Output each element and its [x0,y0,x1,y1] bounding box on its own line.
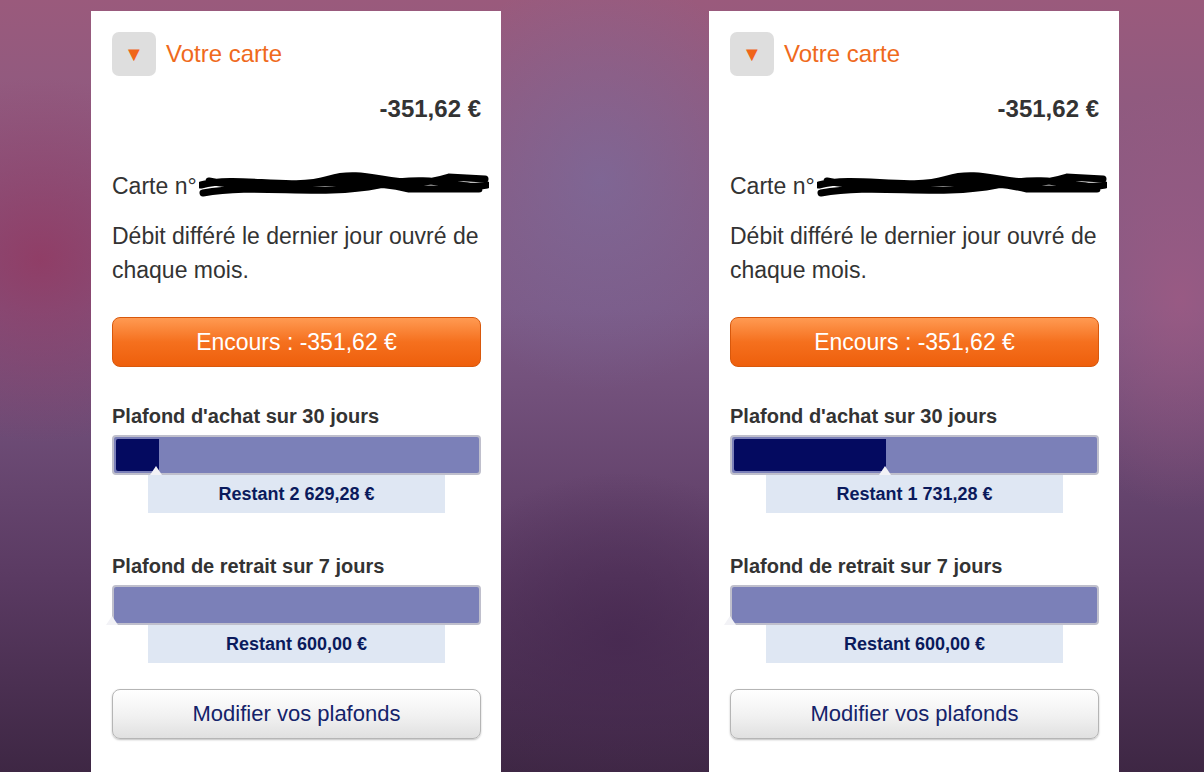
card-balance: -351,62 € [112,94,481,124]
limit-tooltip-wrap: Restant 2 629,28 € [112,475,481,513]
toggle-button[interactable]: ▼ [730,32,774,76]
limit-remaining: Restant 2 629,28 € [148,475,445,513]
card-number-row: Carte n° [730,169,1099,203]
pointer-icon [879,466,891,475]
limit-bar [730,585,1099,625]
toggle-button[interactable]: ▼ [112,32,156,76]
pointer-icon [106,616,118,625]
limit-remaining: Restant 1 731,28 € [766,475,1063,513]
limit-tooltip-wrap: Restant 600,00 € [112,625,481,663]
encours-button[interactable]: Encours : -351,62 € [730,317,1099,367]
card-number-label: Carte n° [112,169,197,203]
limit-tooltip-wrap: Restant 1 731,28 € [730,475,1099,513]
card-number-label: Carte n° [730,169,815,203]
limit-section: Plafond d'achat sur 30 jours Restant 2 62… [112,403,481,513]
limit-section: Plafond de retrait sur 7 jours Restant 60… [730,553,1099,663]
card-title[interactable]: Votre carte [166,40,282,68]
modify-limits-button[interactable]: Modifier vos plafonds [730,689,1099,739]
limit-bar [112,585,481,625]
card-header: ▼ Votre carte [112,32,481,76]
redaction-scribble [817,171,1107,201]
pointer-icon [150,466,162,475]
pointer-icon [724,616,736,625]
debit-note: Débit différé le dernier jour ouvré de c… [730,219,1099,287]
card-panel: ▼ Votre carte -351,62 € Carte n° Débit diffé… [709,11,1119,772]
card-number-row: Carte n° [112,169,481,203]
debit-note: Débit différé le dernier jour ouvré de c… [112,219,481,287]
limit-title: Plafond d'achat sur 30 jours [730,403,1099,429]
card-panel: ▼ Votre carte -351,62 € Carte n° Débit diffé… [91,11,501,772]
encours-button[interactable]: Encours : -351,62 € [112,317,481,367]
card-header: ▼ Votre carte [730,32,1099,76]
modify-limits-button[interactable]: Modifier vos plafonds [112,689,481,739]
page-background: ▼ Votre carte -351,62 € Carte n° Débit diffé… [0,0,1204,772]
limit-section: Plafond de retrait sur 7 jours Restant 60… [112,553,481,663]
limit-bar [112,435,481,475]
redaction-scribble [199,171,489,201]
card-title[interactable]: Votre carte [784,40,900,68]
triangle-icon: ▼ [742,44,762,64]
limit-section: Plafond d'achat sur 30 jours Restant 1 73… [730,403,1099,513]
limit-title: Plafond d'achat sur 30 jours [112,403,481,429]
limit-bar-fill [734,439,886,471]
limit-bar [730,435,1099,475]
card-balance: -351,62 € [730,94,1099,124]
limit-tooltip-wrap: Restant 600,00 € [730,625,1099,663]
limit-remaining: Restant 600,00 € [766,625,1063,663]
limit-remaining: Restant 600,00 € [148,625,445,663]
limit-title: Plafond de retrait sur 7 jours [730,553,1099,579]
triangle-icon: ▼ [124,44,144,64]
limit-title: Plafond de retrait sur 7 jours [112,553,481,579]
